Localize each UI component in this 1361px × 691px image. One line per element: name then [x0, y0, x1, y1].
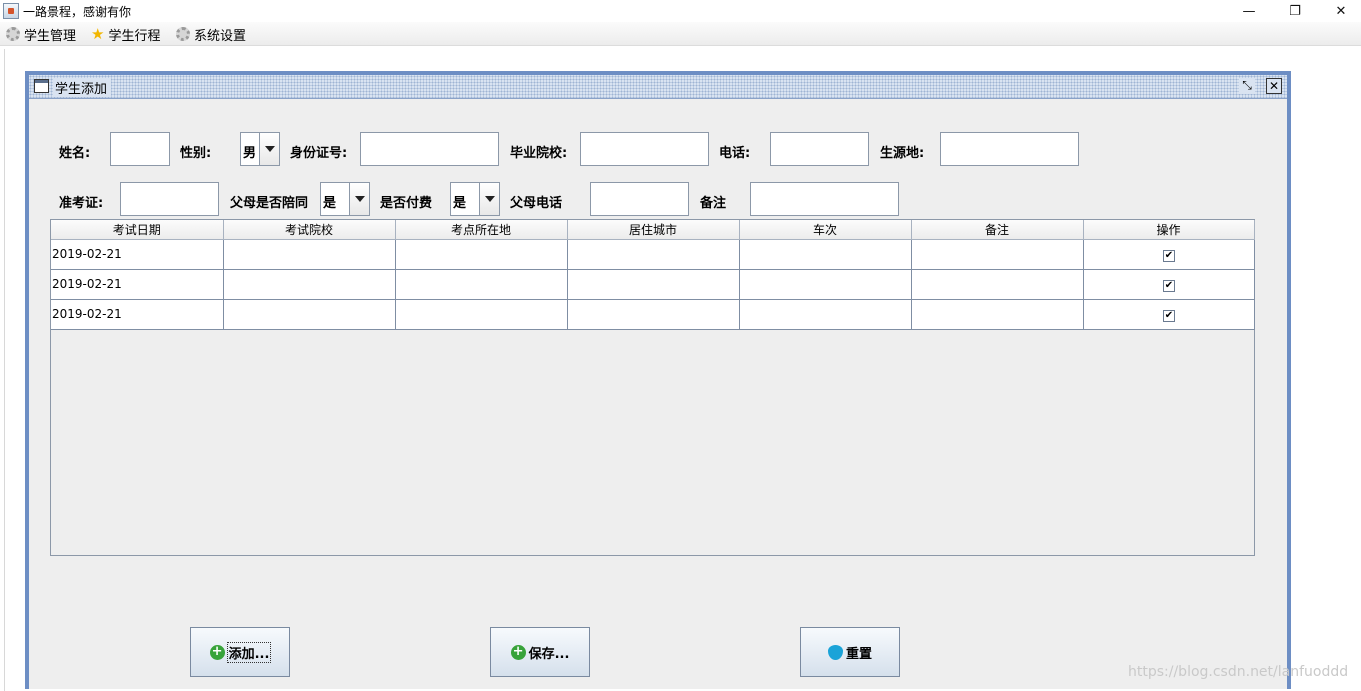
add-button-label: 添加... [226, 641, 272, 663]
parent-accompany-select[interactable]: 是 [320, 182, 370, 216]
ticket-label: 准考证: [59, 196, 104, 211]
cell-action[interactable]: ✔ [1083, 299, 1255, 330]
cell-school[interactable] [223, 269, 396, 300]
save-button[interactable]: + 保存... [490, 627, 590, 677]
row-checkbox[interactable]: ✔ [1163, 309, 1175, 322]
cell-school[interactable] [223, 299, 396, 330]
table-row[interactable]: 2019-02-21 ✔ [51, 239, 1255, 270]
gear-icon [176, 27, 190, 41]
cell-city[interactable] [567, 299, 740, 330]
name-label: 姓名: [59, 146, 91, 161]
add-button[interactable]: + 添加... [190, 627, 290, 677]
parent-accompany-value: 是 [323, 196, 337, 211]
paid-label: 是否付费 [380, 196, 433, 211]
gender-select[interactable]: 男 [240, 132, 280, 166]
gear-icon [6, 27, 20, 41]
window-title: 一路景程，感谢有你 [23, 5, 132, 19]
parent-accompany-label: 父母是否陪同 [230, 196, 309, 211]
table-row[interactable]: 2019-02-21 ✔ [51, 299, 1255, 330]
cell-train[interactable] [739, 239, 912, 270]
reset-button-label: 重置 [845, 646, 872, 662]
menu-label: 学生行程 [108, 28, 161, 44]
remark-label: 备注 [700, 196, 727, 211]
reset-button[interactable]: 重置 [800, 627, 900, 677]
parent-phone-label: 父母电话 [510, 196, 563, 211]
chevron-down-icon[interactable] [259, 133, 279, 165]
cell-location[interactable] [395, 269, 568, 300]
origin-field[interactable] [940, 132, 1079, 166]
row-checkbox[interactable]: ✔ [1163, 279, 1175, 292]
cell-action[interactable]: ✔ [1083, 269, 1255, 300]
itinerary-table[interactable]: 考试日期 考试院校 考点所在地 居住城市 车次 备注 操作 2019-02-21 [50, 219, 1255, 556]
frame-titlebar[interactable]: 学生添加 ⤡ ✕ [29, 75, 1287, 99]
menu-label: 学生管理 [24, 28, 77, 44]
maximize-button[interactable]: ❐ [1272, 0, 1318, 22]
cell-date[interactable]: 2019-02-21 [51, 269, 224, 300]
idcard-field[interactable] [360, 132, 499, 166]
phone-label: 电话: [719, 146, 751, 161]
student-add-frame: 学生添加 ⤡ ✕ 姓名: 性别: 男 身份证号: 毕业院校: 电话: 生源地: … [25, 71, 1291, 689]
cell-date[interactable]: 2019-02-21 [51, 299, 224, 330]
col-remark[interactable]: 备注 [911, 220, 1084, 240]
plus-circle-icon: + [209, 644, 225, 660]
paid-value: 是 [453, 196, 467, 211]
menu-student-itinerary[interactable]: ★ 学生行程 [91, 25, 161, 44]
frame-title: 学生添加 [53, 78, 112, 97]
menu-label: 系统设置 [194, 28, 247, 44]
col-exam-date[interactable]: 考试日期 [51, 220, 224, 240]
frame-icon [34, 79, 49, 93]
school-label: 毕业院校: [510, 146, 568, 161]
cell-location[interactable] [395, 239, 568, 270]
remark-field[interactable] [750, 182, 899, 216]
col-exam-school[interactable]: 考试院校 [223, 220, 396, 240]
table-header-row: 考试日期 考试院校 考点所在地 居住城市 车次 备注 操作 [51, 220, 1255, 240]
col-train[interactable]: 车次 [739, 220, 912, 240]
idcard-label: 身份证号: [290, 146, 348, 161]
origin-label: 生源地: [880, 146, 925, 161]
gender-label: 性别: [180, 146, 212, 161]
row-checkbox[interactable]: ✔ [1163, 249, 1175, 262]
gender-value: 男 [243, 146, 257, 161]
plus-circle-icon: + [510, 644, 526, 660]
col-action[interactable]: 操作 [1083, 220, 1255, 240]
close-button[interactable]: ✕ [1318, 0, 1361, 22]
restore-icon[interactable]: ⤡ [1239, 78, 1255, 94]
name-field[interactable] [110, 132, 170, 166]
cell-date[interactable]: 2019-02-21 [51, 239, 224, 270]
cell-train[interactable] [739, 269, 912, 300]
cell-city[interactable] [567, 269, 740, 300]
save-button-label: 保存... [528, 646, 570, 662]
ticket-field[interactable] [120, 182, 219, 216]
table-row[interactable]: 2019-02-21 ✔ [51, 269, 1255, 300]
menu-student-management[interactable]: 学生管理 [6, 25, 77, 44]
paid-select[interactable]: 是 [450, 182, 500, 216]
watermark: https://blog.csdn.net/lanfuoddd [1128, 664, 1349, 680]
chevron-down-icon[interactable] [349, 183, 369, 215]
window-titlebar: 一路景程，感谢有你 — ❐ ✕ [0, 0, 1361, 22]
cell-location[interactable] [395, 299, 568, 330]
cell-school[interactable] [223, 239, 396, 270]
phone-field[interactable] [770, 132, 869, 166]
cell-remark[interactable] [911, 269, 1084, 300]
cell-train[interactable] [739, 299, 912, 330]
shield-icon [827, 644, 843, 660]
cell-remark[interactable] [911, 299, 1084, 330]
menu-bar: 学生管理 ★ 学生行程 系统设置 [0, 22, 1361, 46]
cell-remark[interactable] [911, 239, 1084, 270]
java-app-icon [3, 3, 19, 19]
col-city[interactable]: 居住城市 [567, 220, 740, 240]
cell-city[interactable] [567, 239, 740, 270]
frame-close-icon[interactable]: ✕ [1266, 78, 1282, 94]
cell-action[interactable]: ✔ [1083, 239, 1255, 270]
col-exam-location[interactable]: 考点所在地 [395, 220, 568, 240]
menu-system-settings[interactable]: 系统设置 [176, 25, 247, 44]
star-icon: ★ [91, 25, 105, 43]
chevron-down-icon[interactable] [479, 183, 499, 215]
parent-phone-field[interactable] [590, 182, 689, 216]
school-field[interactable] [580, 132, 709, 166]
minimize-button[interactable]: — [1226, 0, 1272, 22]
